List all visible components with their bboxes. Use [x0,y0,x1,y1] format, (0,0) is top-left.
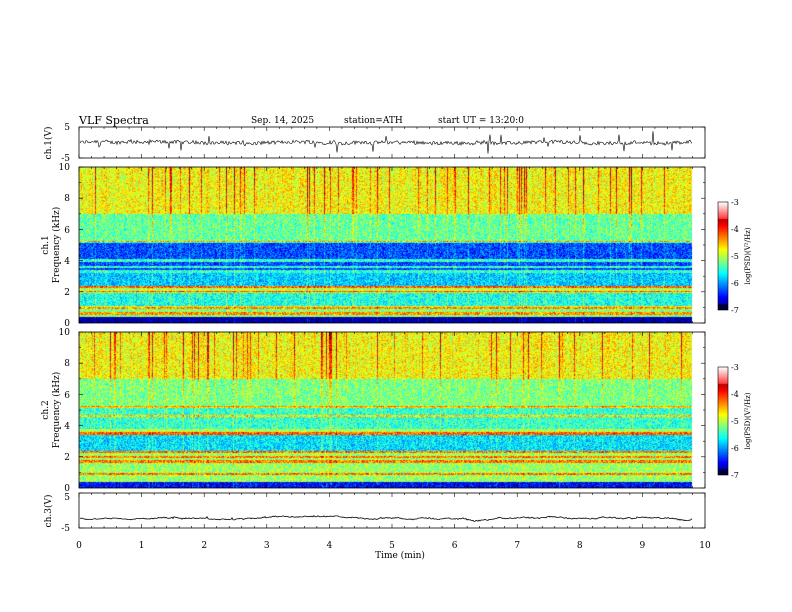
ch1-waveform-ylabel: ch.1(V) [43,127,54,160]
station-label: station=ATH [344,116,403,126]
ch2-ytick-2: 2 [64,453,70,463]
xtick-8: 8 [577,541,583,551]
vlf-spectra-figure: VLF Spectra Sep. 14, 2025 station=ATH st… [41,114,752,561]
ch2-cbar-tick-m5: -5 [731,417,739,426]
ch2-ytick-8: 8 [64,359,70,369]
ch1-channel-label: ch.1 [41,235,51,254]
ch1-cbar-tick-m5: -5 [731,252,739,261]
ch1-spectrogram-panel: 0 2 4 6 8 10 ch.1 Frequency (kHz) [41,163,706,329]
xtick-3: 3 [264,541,270,551]
ch2-colorbar: -3 -4 -5 -6 -7 log(PSD)(V²/Hz) [717,363,752,480]
ch2-colorbar-label: log(PSD)(V²/Hz) [744,392,752,449]
ch1-ytick-8: 8 [64,194,70,204]
xtick-0: 0 [76,541,82,551]
date-label: Sep. 14, 2025 [251,116,314,126]
ch1-frequency-label: Frequency (kHz) [51,207,62,284]
time-axis: 0 1 2 3 4 5 6 7 8 9 10 Time (min) [76,541,711,561]
xtick-5: 5 [389,541,395,551]
ch3-waveform-ylabel: ch.3(V) [43,495,54,528]
ch1-ytick-4: 4 [64,257,70,267]
ch3-waveform-panel: 5 -5 ch.3(V) [43,492,706,534]
ch2-channel-label: ch.2 [41,400,51,419]
ch3-waveform-frame [78,492,706,529]
xtick-2: 2 [201,541,207,551]
xtick-9: 9 [640,541,646,551]
ch1-waveform-panel: 5 -5 ch.1(V) [43,123,706,164]
ch1-ytick-10: 10 [59,163,71,173]
xtick-6: 6 [452,541,458,551]
ch2-cbar-tick-m3: -3 [731,363,739,372]
ch1-cbar-tick-m3: -3 [731,198,739,207]
xtick-7: 7 [514,541,520,551]
ch2-colorbar-image [718,367,728,475]
xtick-10: 10 [699,541,711,551]
ch2-cbar-tick-m7: -7 [731,471,739,480]
ch2-spectrogram-panel: 0 2 4 6 8 10 ch.2 Frequency (kHz) [41,328,706,494]
ch3-ytick-top: 5 [64,493,70,503]
ch2-ytick-6: 6 [64,391,70,401]
ch1-ytick-2: 2 [64,288,70,298]
ch1-colorbar: -3 -4 -5 -6 -7 log(PSD)(V²/Hz) [717,198,752,315]
start-ut-label: start UT = 13:20:0 [438,116,524,126]
time-axis-label: Time (min) [375,550,425,561]
ch2-cbar-tick-m6: -6 [731,444,739,453]
ch1-spectrogram-image [79,167,705,323]
ch2-ytick-10: 10 [59,328,71,338]
ch2-ytick-4: 4 [64,422,70,432]
ch1-colorbar-image [718,202,728,310]
ch2-frequency-label: Frequency (kHz) [51,372,62,449]
ch2-cbar-tick-m4: -4 [731,390,739,399]
ch1-cbar-tick-m7: -7 [731,306,739,315]
ch1-cbar-tick-m6: -6 [731,279,739,288]
ch1-colorbar-label: log(PSD)(V²/Hz) [744,227,752,284]
ch1-ytick-6: 6 [64,226,70,236]
ch3-ytick-bottom: -5 [61,524,70,534]
figure-title: VLF Spectra [78,114,149,127]
xtick-4: 4 [327,541,333,551]
xtick-1: 1 [139,541,145,551]
ch1-cbar-tick-m4: -4 [731,225,739,234]
ch2-spectrogram-image [79,332,705,488]
ch1-ytick-top: 5 [64,123,70,133]
